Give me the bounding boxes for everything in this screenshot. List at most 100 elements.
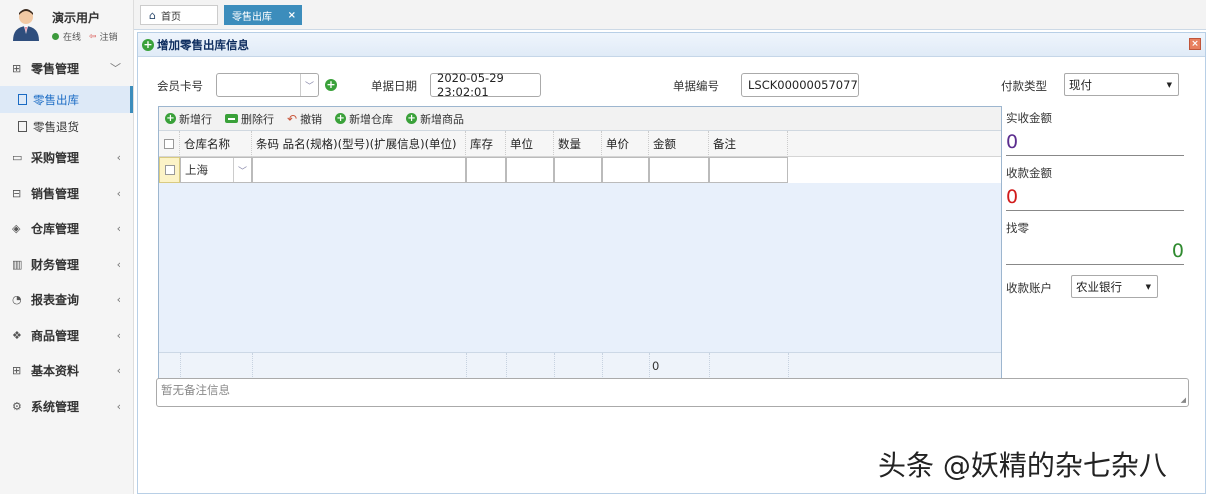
warehouse-cell[interactable]: 上海 ﹀ (180, 157, 252, 183)
delete-row-button[interactable]: 删除行 (225, 111, 274, 127)
sidebar-item-reports[interactable]: ◔ 报表查询 ‹ (0, 282, 133, 318)
sidebar-item-retail[interactable]: ⊞ 零售管理 ﹀ (0, 50, 133, 86)
received-value[interactable]: 0 (1006, 131, 1184, 156)
user-avatar-icon (13, 9, 39, 41)
layers-icon: ◈ (12, 222, 21, 236)
sidebar-item-retail-return[interactable]: 零售退货 (0, 113, 133, 140)
warehouse-value: 上海 (185, 163, 208, 177)
price-cell[interactable] (602, 157, 649, 183)
gear-icon: ⚙ (12, 399, 22, 413)
stock-cell[interactable] (466, 157, 506, 183)
chevron-left-icon: ‹ (116, 364, 121, 378)
pay-type-value: 现付 (1069, 77, 1092, 92)
sidebar-item-purchase[interactable]: ▭ 采购管理 ‹ (0, 140, 133, 176)
add-icon: + (335, 113, 347, 124)
sidebar-item-label: 系统管理 (31, 399, 80, 414)
account-select[interactable]: 农业银行 ▼ (1071, 275, 1158, 298)
map-icon: ▥ (12, 257, 23, 271)
qty-cell[interactable] (554, 157, 602, 183)
number-input[interactable]: LSCK00000057077 (741, 73, 859, 97)
sidebar-item-basic[interactable]: ⊞ 基本资料 ‹ (0, 353, 133, 389)
add-member-icon[interactable]: + (325, 79, 337, 91)
sidebar-item-label: 仓库管理 (31, 222, 80, 237)
row-select-cell (159, 157, 180, 183)
product-cell[interactable] (252, 157, 466, 183)
sidebar-item-label: 商品管理 (31, 328, 80, 343)
col-warehouse[interactable]: 仓库名称 (180, 131, 252, 157)
square-icon (18, 121, 27, 132)
chevron-left-icon: ‹ (116, 399, 121, 413)
watermark: 头条 @妖精的杂七杂八 (878, 449, 1167, 482)
col-remark[interactable]: 备注 (709, 131, 788, 157)
pay-type-select[interactable]: 现付 ▼ (1064, 73, 1179, 96)
stack-icon: ❖ (12, 328, 22, 342)
logout-link[interactable]: 注销 (100, 30, 118, 43)
sidebar-item-sales[interactable]: ⊟ 销售管理 ‹ (0, 176, 133, 212)
unit-cell[interactable] (506, 157, 554, 183)
user-panel: 演示用户 在线 ⇦ 注销 (0, 0, 133, 50)
grid-header: 仓库名称 条码 品名(规格)(型号)(扩展信息)(单位) 库存 单位 数量 单价… (159, 131, 1001, 157)
add-icon: + (165, 113, 176, 124)
sidebar-item-label: 销售管理 (31, 186, 80, 201)
member-card-combo[interactable]: ﹀ (216, 73, 319, 97)
briefcase-icon: ⊟ (12, 186, 22, 200)
panel-header: + 增加零售出库信息 × (138, 33, 1205, 57)
add-icon: + (142, 37, 154, 51)
panel-title: 增加零售出库信息 (157, 37, 249, 52)
col-unit[interactable]: 单位 (506, 131, 554, 157)
sidebar-item-label: 零售出库 (33, 92, 79, 107)
chevron-down-icon[interactable]: ﹀ (233, 158, 251, 182)
remark-cell[interactable] (709, 157, 788, 183)
sidebar-item-label: 基本资料 (31, 364, 80, 379)
grid-icon: ⊞ (12, 364, 22, 378)
chevron-left-icon: ‹ (116, 186, 121, 200)
add-product-button[interactable]: + 新增商品 (406, 111, 464, 127)
add-row-button[interactable]: + 新增行 (165, 111, 212, 127)
add-warehouse-button[interactable]: + 新增仓库 (335, 111, 393, 127)
close-icon[interactable]: × (288, 10, 296, 21)
remark-textarea[interactable]: 暂无备注信息 ◢ (156, 378, 1189, 407)
home-icon: ⌂ (149, 8, 156, 22)
account-value: 农业银行 (1076, 279, 1122, 294)
col-qty[interactable]: 数量 (554, 131, 602, 157)
sidebar-item-finance[interactable]: ▥ 财务管理 ‹ (0, 247, 133, 283)
tab-retail-out[interactable]: 零售出库 × (224, 5, 302, 25)
collected-value[interactable]: 0 (1006, 186, 1184, 211)
row-checkbox[interactable] (164, 165, 175, 175)
col-amount[interactable]: 金额 (649, 131, 709, 157)
col-product[interactable]: 条码 品名(规格)(型号)(扩展信息)(单位) (252, 131, 466, 157)
undo-button[interactable]: ↶ 撤销 (287, 111, 322, 127)
caret-down-icon: ▼ (1166, 80, 1172, 89)
online-label: 在线 (63, 33, 82, 43)
col-stock[interactable]: 库存 (466, 131, 506, 157)
add-product-label: 新增商品 (420, 112, 465, 126)
col-price[interactable]: 单价 (602, 131, 649, 157)
tab-home[interactable]: ⌂ 首页 (140, 5, 218, 25)
select-all-checkbox[interactable] (164, 139, 174, 149)
chevron-left-icon: ‹ (116, 328, 121, 342)
sidebar-item-label: 财务管理 (31, 257, 80, 272)
sidebar-item-system[interactable]: ⚙ 系统管理 ‹ (0, 389, 133, 425)
date-input[interactable]: 2020-05-29 23:02:01 (430, 71, 541, 99)
add-warehouse-label: 新增仓库 (349, 112, 394, 126)
sidebar-item-products[interactable]: ❖ 商品管理 ‹ (0, 318, 133, 354)
add-row-label: 新增行 (179, 112, 212, 126)
chevron-down-icon[interactable]: ﹀ (300, 74, 318, 96)
square-icon (18, 94, 27, 105)
remark-placeholder: 暂无备注信息 (161, 383, 230, 397)
items-grid: + 新增行 删除行 ↶ 撤销 + 新增仓库 + 新增商品 仓库名称 条码 品名(… (158, 106, 1002, 379)
resize-handle-icon[interactable]: ◢ (1181, 396, 1186, 404)
panel-close-icon[interactable]: × (1189, 38, 1201, 50)
remove-icon (225, 114, 238, 123)
logout-icon[interactable]: ⇦ (89, 32, 97, 42)
amount-cell[interactable] (649, 157, 709, 183)
sidebar-item-warehouse[interactable]: ◈ 仓库管理 ‹ (0, 211, 133, 247)
sidebar-item-retail-out[interactable]: 零售出库 (0, 86, 133, 113)
chevron-left-icon: ‹ (116, 293, 121, 307)
table-row: 上海 ﹀ (159, 157, 1001, 183)
member-card-label: 会员卡号 (157, 79, 203, 93)
chevron-left-icon: ‹ (116, 151, 121, 165)
tab-label: 首页 (160, 11, 181, 23)
user-status: 在线 ⇦ 注销 (52, 30, 118, 43)
number-label: 单据编号 (673, 79, 719, 93)
